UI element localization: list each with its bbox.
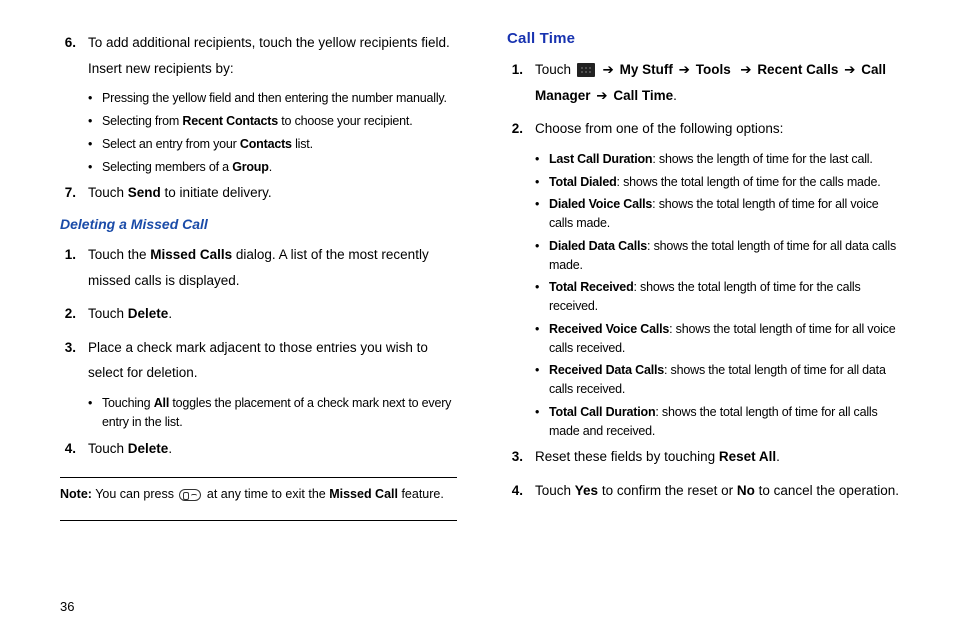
bullet-item: •Dialed Data Calls: shows the total leng…: [535, 237, 904, 275]
bullet-item: • Selecting members of a Group.: [88, 158, 457, 177]
del-step-2: 2. Touch Delete.: [60, 301, 457, 327]
del-step-4: 4. Touch Delete.: [60, 436, 457, 462]
bullet-item: •Total Call Duration: shows the total le…: [535, 403, 904, 441]
step-number: 6.: [60, 30, 88, 81]
page-number: 36: [60, 599, 74, 614]
step-text: Choose from one of the following options…: [535, 116, 904, 142]
left-column: 6. To add additional recipients, touch t…: [60, 30, 457, 590]
step-text: Reset these fields by touching Reset All…: [535, 444, 904, 470]
bullet-item: • Pressing the yellow field and then ent…: [88, 89, 457, 108]
bullet-item: • Select an entry from your Contacts lis…: [88, 135, 457, 154]
menu-icon: Menu: [577, 63, 595, 77]
bullet-item: •Total Dialed: shows the total length of…: [535, 173, 904, 192]
bullet-text: Touching All toggles the placement of a …: [102, 394, 457, 432]
bullet-text: Total Received: shows the total length o…: [549, 278, 904, 316]
bullet-text: Total Dialed: shows the total length of …: [549, 173, 904, 192]
bullet-text: Last Call Duration: shows the length of …: [549, 150, 904, 169]
page-columns: 6. To add additional recipients, touch t…: [60, 30, 904, 590]
note-text: Note: You can press at any time to exit …: [60, 484, 457, 504]
step-number: 4.: [507, 478, 535, 504]
step-number: 2.: [507, 116, 535, 142]
step-number: 1.: [507, 57, 535, 108]
bullet-text: Received Voice Calls: shows the total le…: [549, 320, 904, 358]
step-text: Place a check mark adjacent to those ent…: [88, 335, 457, 386]
phone-icon: [179, 489, 201, 501]
bullet-item: •Last Call Duration: shows the length of…: [535, 150, 904, 169]
step-7: 7. Touch Send to initiate delivery.: [60, 180, 457, 206]
heading-deleting: Deleting a Missed Call: [60, 216, 457, 232]
right-column: Call Time 1. Touch Menu ➔ My Stuff ➔ Too…: [507, 30, 904, 590]
step-text: Touch Send to initiate delivery.: [88, 180, 457, 206]
bullet-item: •Total Received: shows the total length …: [535, 278, 904, 316]
heading-call-time: Call Time: [507, 30, 904, 47]
step-text: Touch Menu ➔ My Stuff ➔ Tools ➔ Recent C…: [535, 57, 904, 108]
step-number: 2.: [60, 301, 88, 327]
bullet-item: •Dialed Voice Calls: shows the total len…: [535, 195, 904, 233]
bullet-item: • Touching All toggles the placement of …: [88, 394, 457, 432]
step-number: 7.: [60, 180, 88, 206]
step-text: Touch the Missed Calls dialog. A list of…: [88, 242, 457, 293]
step-text: To add additional recipients, touch the …: [88, 30, 457, 81]
ct-step-3: 3. Reset these fields by touching Reset …: [507, 444, 904, 470]
divider: [60, 520, 457, 521]
ct-step-2: 2. Choose from one of the following opti…: [507, 116, 904, 142]
step-number: 1.: [60, 242, 88, 293]
ct-step-1: 1. Touch Menu ➔ My Stuff ➔ Tools ➔ Recen…: [507, 57, 904, 108]
step-text: Touch Delete.: [88, 301, 457, 327]
bullet-text: Total Call Duration: shows the total len…: [549, 403, 904, 441]
bullet-text: Select an entry from your Contacts list.: [102, 135, 457, 154]
bullet-text: Selecting members of a Group.: [102, 158, 457, 177]
step-6: 6. To add additional recipients, touch t…: [60, 30, 457, 81]
bullet-text: Selecting from Recent Contacts to choose…: [102, 112, 457, 131]
bullet-item: •Received Voice Calls: shows the total l…: [535, 320, 904, 358]
divider: [60, 477, 457, 478]
bullet-text: Pressing the yellow field and then enter…: [102, 89, 457, 108]
bullet-item: •Received Data Calls: shows the total le…: [535, 361, 904, 399]
step-number: 3.: [507, 444, 535, 470]
step-text: Touch Delete.: [88, 436, 457, 462]
del-step-1: 1. Touch the Missed Calls dialog. A list…: [60, 242, 457, 293]
step-number: 3.: [60, 335, 88, 386]
del-step-3: 3. Place a check mark adjacent to those …: [60, 335, 457, 386]
step-number: 4.: [60, 436, 88, 462]
bullet-item: • Selecting from Recent Contacts to choo…: [88, 112, 457, 131]
ct-step-4: 4. Touch Yes to confirm the reset or No …: [507, 478, 904, 504]
bullet-text: Dialed Data Calls: shows the total lengt…: [549, 237, 904, 275]
step-text: Touch Yes to confirm the reset or No to …: [535, 478, 904, 504]
bullet-text: Received Data Calls: shows the total len…: [549, 361, 904, 399]
bullet-text: Dialed Voice Calls: shows the total leng…: [549, 195, 904, 233]
